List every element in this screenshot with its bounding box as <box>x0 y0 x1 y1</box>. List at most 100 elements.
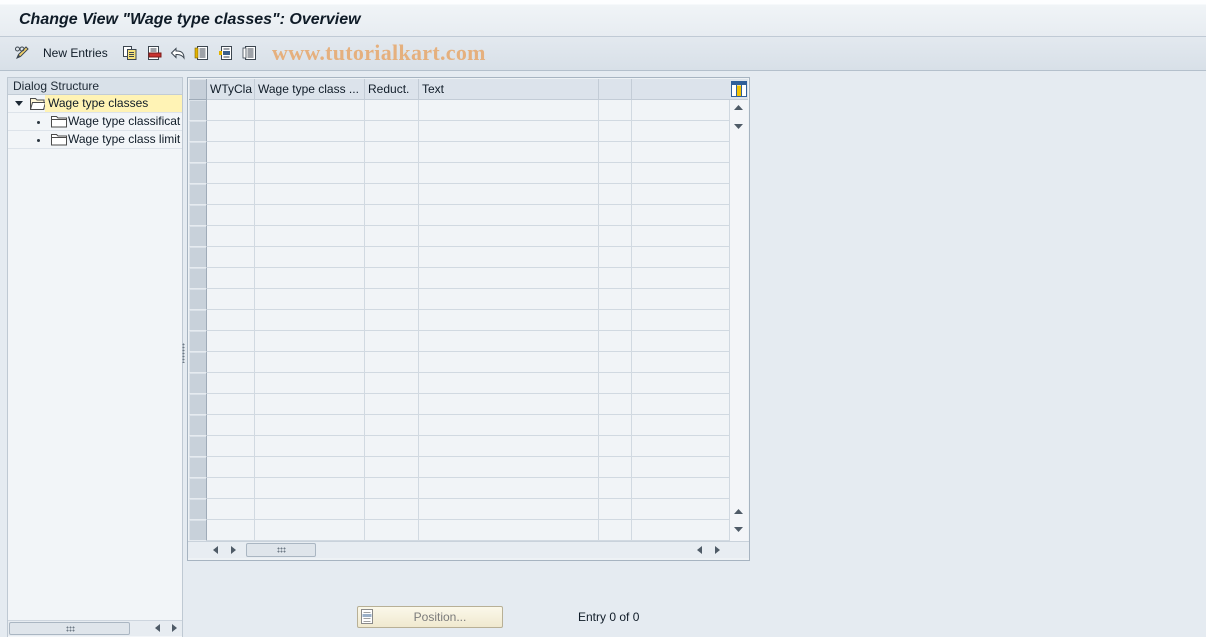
table-cell <box>599 184 632 205</box>
table-row <box>188 226 729 247</box>
tree-item-label[interactable]: Wage type classificat <box>68 113 182 130</box>
tree-bullet <box>37 121 40 124</box>
row-selector[interactable] <box>189 100 207 121</box>
column-header-wage-type-class[interactable]: Wage type class ... <box>255 79 365 100</box>
dialog-structure-panel: Dialog Structure Wage type classes Wage … <box>7 77 183 637</box>
scroll-left-icon[interactable] <box>213 546 218 554</box>
row-selector[interactable] <box>189 352 207 373</box>
scroll-thumb[interactable] <box>9 622 130 635</box>
table-cell <box>365 226 419 247</box>
column-header-reduct[interactable]: Reduct. <box>365 79 419 100</box>
table-cell <box>632 121 729 142</box>
tree-item-wage-type-classes[interactable]: Wage type classes <box>8 95 182 113</box>
row-selector[interactable] <box>189 226 207 247</box>
tree-bullet <box>37 139 40 142</box>
scroll-right-icon[interactable] <box>715 546 720 554</box>
row-selector[interactable] <box>189 436 207 457</box>
select-all-icon[interactable] <box>194 45 210 61</box>
table-cell <box>632 205 729 226</box>
wage-type-classes-table: WTyCla Wage type class ... Reduct. Text <box>187 77 750 561</box>
row-selector[interactable] <box>189 499 207 520</box>
row-selector[interactable] <box>189 205 207 226</box>
row-selector[interactable] <box>189 373 207 394</box>
row-selector[interactable] <box>189 121 207 142</box>
scroll-down-icon[interactable] <box>734 527 743 532</box>
table-cell <box>365 457 419 478</box>
position-button[interactable]: Position... <box>357 606 503 628</box>
table-vscrollbar[interactable] <box>729 100 748 541</box>
scroll-right-icon[interactable] <box>172 624 177 632</box>
page-up-icon[interactable] <box>734 105 743 110</box>
table-cell <box>365 415 419 436</box>
table-cell <box>599 394 632 415</box>
table-cell <box>419 499 599 520</box>
row-selector[interactable] <box>189 331 207 352</box>
dialog-structure-hscrollbar[interactable] <box>8 620 182 636</box>
scroll-right-icon[interactable] <box>231 546 236 554</box>
row-selector[interactable] <box>189 289 207 310</box>
tree-item-wage-type-classification[interactable]: Wage type classificat <box>8 113 182 131</box>
table-settings-icon[interactable] <box>731 81 747 97</box>
table-hscrollbar[interactable] <box>188 541 749 558</box>
table-cell <box>255 121 365 142</box>
table-cell <box>207 268 255 289</box>
table-cell <box>419 310 599 331</box>
column-header-wtycla[interactable]: WTyCla <box>207 79 255 100</box>
display-change-icon[interactable] <box>14 45 30 61</box>
copy-icon[interactable] <box>122 45 138 61</box>
row-selector[interactable] <box>189 163 207 184</box>
table-cell <box>632 331 729 352</box>
select-block-icon[interactable] <box>218 45 234 61</box>
row-selector[interactable] <box>189 247 207 268</box>
panel-splitter[interactable] <box>182 343 185 363</box>
table-cell <box>419 163 599 184</box>
deselect-all-icon[interactable] <box>242 45 258 61</box>
table-cell <box>255 247 365 268</box>
table-cell <box>632 142 729 163</box>
tree-item-label[interactable]: Wage type class limit <box>68 131 182 148</box>
table-cell <box>419 520 599 541</box>
row-selector[interactable] <box>189 184 207 205</box>
table-cell <box>599 247 632 268</box>
column-header-text[interactable]: Text <box>419 79 599 100</box>
row-selector[interactable] <box>189 478 207 499</box>
page-down-icon[interactable] <box>734 124 743 129</box>
scroll-up-icon[interactable] <box>734 509 743 514</box>
row-selector[interactable] <box>189 415 207 436</box>
scroll-left-icon[interactable] <box>697 546 702 554</box>
expand-arrow-icon[interactable] <box>15 101 23 106</box>
new-entries-button[interactable]: New Entries <box>43 46 108 61</box>
table-cell <box>207 499 255 520</box>
row-selector[interactable] <box>189 394 207 415</box>
table-cell <box>207 331 255 352</box>
table-cell <box>255 352 365 373</box>
table-cell <box>419 142 599 163</box>
scroll-thumb[interactable] <box>246 543 316 557</box>
select-all-rows-button[interactable] <box>189 79 207 100</box>
table-cell <box>632 163 729 184</box>
table-cell <box>419 205 599 226</box>
table-row <box>188 142 729 163</box>
tree-item-label[interactable]: Wage type classes <box>45 95 182 112</box>
table-cell <box>632 478 729 499</box>
table-cell <box>255 163 365 184</box>
scroll-left-icon[interactable] <box>155 624 160 632</box>
tree-item-wage-type-class-limit[interactable]: Wage type class limit <box>8 131 182 149</box>
table-cell <box>365 268 419 289</box>
row-selector[interactable] <box>189 457 207 478</box>
row-selector[interactable] <box>189 310 207 331</box>
delete-icon[interactable] <box>146 45 162 61</box>
table-cell <box>207 247 255 268</box>
table-cell <box>632 436 729 457</box>
entry-counter: Entry 0 of 0 <box>578 610 640 624</box>
watermark-text: www.tutorialkart.com <box>272 40 486 65</box>
undo-icon[interactable] <box>170 45 186 61</box>
table-cell <box>599 373 632 394</box>
row-selector[interactable] <box>189 142 207 163</box>
table-row <box>188 457 729 478</box>
table-cell <box>365 163 419 184</box>
row-selector[interactable] <box>189 520 207 541</box>
table-row <box>188 373 729 394</box>
row-selector[interactable] <box>189 268 207 289</box>
table-cell <box>632 184 729 205</box>
